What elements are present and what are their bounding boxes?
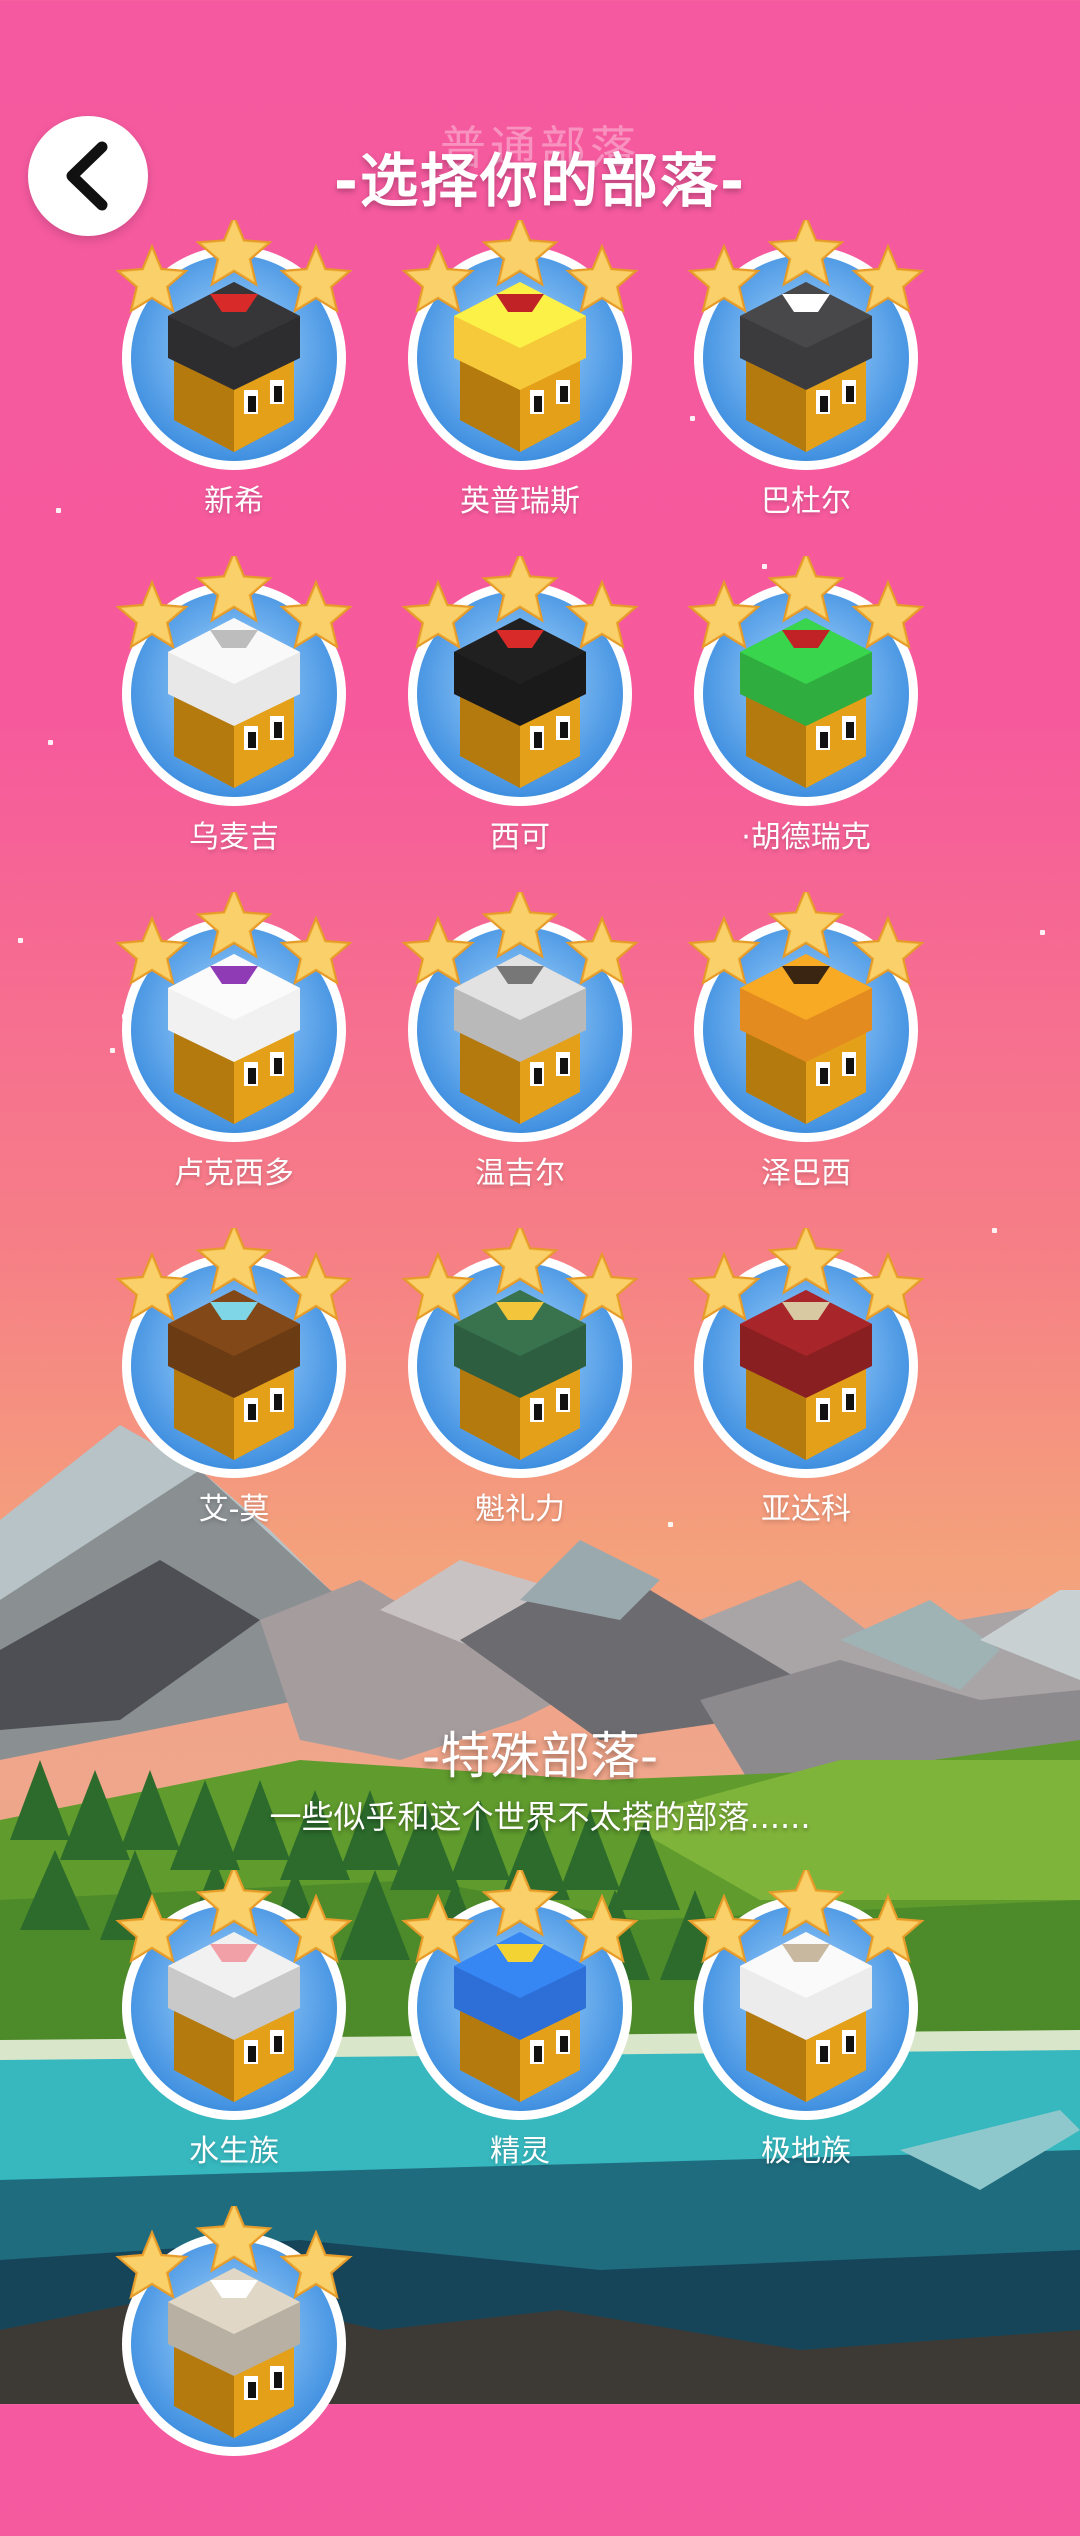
tribe-name: 亚达科 — [761, 1492, 851, 1527]
yadakk-tribe-icon — [687, 1228, 925, 1478]
tribe-option[interactable]: 新希 — [94, 220, 374, 550]
tribe-option[interactable]: ·胡德瑞克 — [666, 556, 946, 886]
quetzali-tribe-icon — [401, 1228, 639, 1478]
hoodrick-tribe-icon — [687, 556, 925, 806]
tribe-name: 乌麦吉 — [189, 820, 279, 855]
tribe-name: 艾-莫 — [198, 1492, 270, 1527]
cymanti-tribe-icon — [115, 2206, 353, 2456]
aquarion-tribe-icon — [115, 1870, 353, 2120]
zebasi-tribe-icon — [687, 892, 925, 1142]
luxidoor-tribe-icon — [115, 892, 353, 1142]
xin-xi-tribe-icon — [115, 220, 353, 470]
special-tribe-option[interactable]: 水生族 — [94, 1870, 374, 2200]
special-tribe-name: 极地族 — [761, 2134, 851, 2169]
tribe-option[interactable]: 乌麦吉 — [94, 556, 374, 886]
tribe-option[interactable]: 温吉尔 — [380, 892, 660, 1222]
special-tribe-option[interactable] — [94, 2206, 374, 2536]
tribe-option[interactable]: 魁礼力 — [380, 1228, 660, 1558]
vengir-tribe-icon — [401, 892, 639, 1142]
page-title: -选择你的部落- — [333, 147, 747, 215]
tribe-name: 巴杜尔 — [761, 484, 851, 519]
imperius-tribe-icon — [401, 220, 639, 470]
special-tribe-name: 精灵 — [490, 2134, 550, 2169]
special-tribe-option[interactable]: 极地族 — [666, 1870, 946, 2200]
oumaji-tribe-icon — [115, 556, 353, 806]
polaris-tribe-icon — [687, 1870, 925, 2120]
special-tribe-name: 水生族 — [189, 2134, 279, 2169]
tribe-name: 温吉尔 — [475, 1156, 565, 1191]
kickoo-tribe-icon — [401, 556, 639, 806]
tribe-name: 新希 — [204, 484, 264, 519]
special-tribe-option[interactable]: 精灵 — [380, 1870, 660, 2200]
tribe-name: 西可 — [490, 820, 550, 855]
tribe-name: 魁礼力 — [475, 1492, 565, 1527]
tribe-option[interactable]: 巴杜尔 — [666, 220, 946, 550]
tribe-option[interactable]: 泽巴西 — [666, 892, 946, 1222]
tribe-name: 卢克西多 — [174, 1156, 294, 1191]
elyrion-tribe-icon — [401, 1870, 639, 2120]
tribe-option[interactable]: 西可 — [380, 556, 660, 886]
tribe-name: 泽巴西 — [761, 1156, 851, 1191]
tribe-name: 英普瑞斯 — [460, 484, 580, 519]
special-section-title: -特殊部落- — [421, 1727, 659, 1785]
ai-mo-tribe-icon — [115, 1228, 353, 1478]
special-section-subtitle: 一些似乎和这个世界不太搭的部落...... — [269, 1798, 811, 1836]
tribe-name: ·胡德瑞克 — [741, 820, 871, 855]
tribe-option[interactable]: 亚达科 — [666, 1228, 946, 1558]
tribe-option[interactable]: 卢克西多 — [94, 892, 374, 1222]
tribe-option[interactable]: 英普瑞斯 — [380, 220, 660, 550]
bardur-tribe-icon — [687, 220, 925, 470]
tribe-option[interactable]: 艾-莫 — [94, 1228, 374, 1558]
